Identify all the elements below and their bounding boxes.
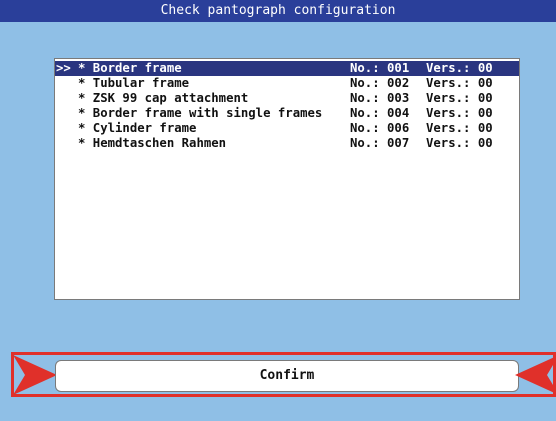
selection-marker: >>: [56, 61, 71, 75]
list-item[interactable]: * Tubular frame No.: 002 Vers.: 00: [55, 76, 519, 91]
frame-list[interactable]: >> * Border frame No.: 001 Vers.: 00 * T…: [54, 58, 520, 300]
list-item[interactable]: * Border frame with single frames No.: 0…: [55, 106, 519, 121]
frame-number: No.: 004: [350, 106, 410, 120]
arrow-left-icon[interactable]: [515, 355, 556, 395]
frame-version: Vers.: 00: [426, 106, 493, 120]
list-item[interactable]: * Hemdtaschen Rahmen No.: 007 Vers.: 00: [55, 136, 519, 151]
frame-number: No.: 006: [350, 121, 410, 135]
frame-name: * Cylinder frame: [78, 121, 197, 135]
frame-name: * Border frame with single frames: [78, 106, 323, 120]
frame-version: Vers.: 00: [426, 136, 493, 150]
frame-version: Vers.: 00: [426, 91, 493, 105]
frame-version: Vers.: 00: [426, 76, 493, 90]
frame-number: No.: 007: [350, 136, 410, 150]
frame-version: Vers.: 00: [426, 121, 493, 135]
frame-number: No.: 002: [350, 76, 410, 90]
list-item[interactable]: * Cylinder frame No.: 006 Vers.: 00: [55, 121, 519, 136]
list-item[interactable]: >> * Border frame No.: 001 Vers.: 00: [55, 61, 519, 76]
arrow-right-icon[interactable]: [13, 355, 57, 395]
frame-number: No.: 003: [350, 91, 410, 105]
frame-name: * Hemdtaschen Rahmen: [78, 136, 227, 150]
frame-number: No.: 001: [350, 61, 410, 75]
frame-name: * ZSK 99 cap attachment: [78, 91, 249, 105]
list-item[interactable]: * ZSK 99 cap attachment No.: 003 Vers.: …: [55, 91, 519, 106]
frame-name: * Tubular frame: [78, 76, 190, 90]
frame-version: Vers.: 00: [426, 61, 493, 75]
frame-name: * Border frame: [78, 61, 182, 75]
confirm-button[interactable]: Confirm: [55, 360, 519, 392]
window-title: Check pantograph configuration: [0, 0, 556, 22]
